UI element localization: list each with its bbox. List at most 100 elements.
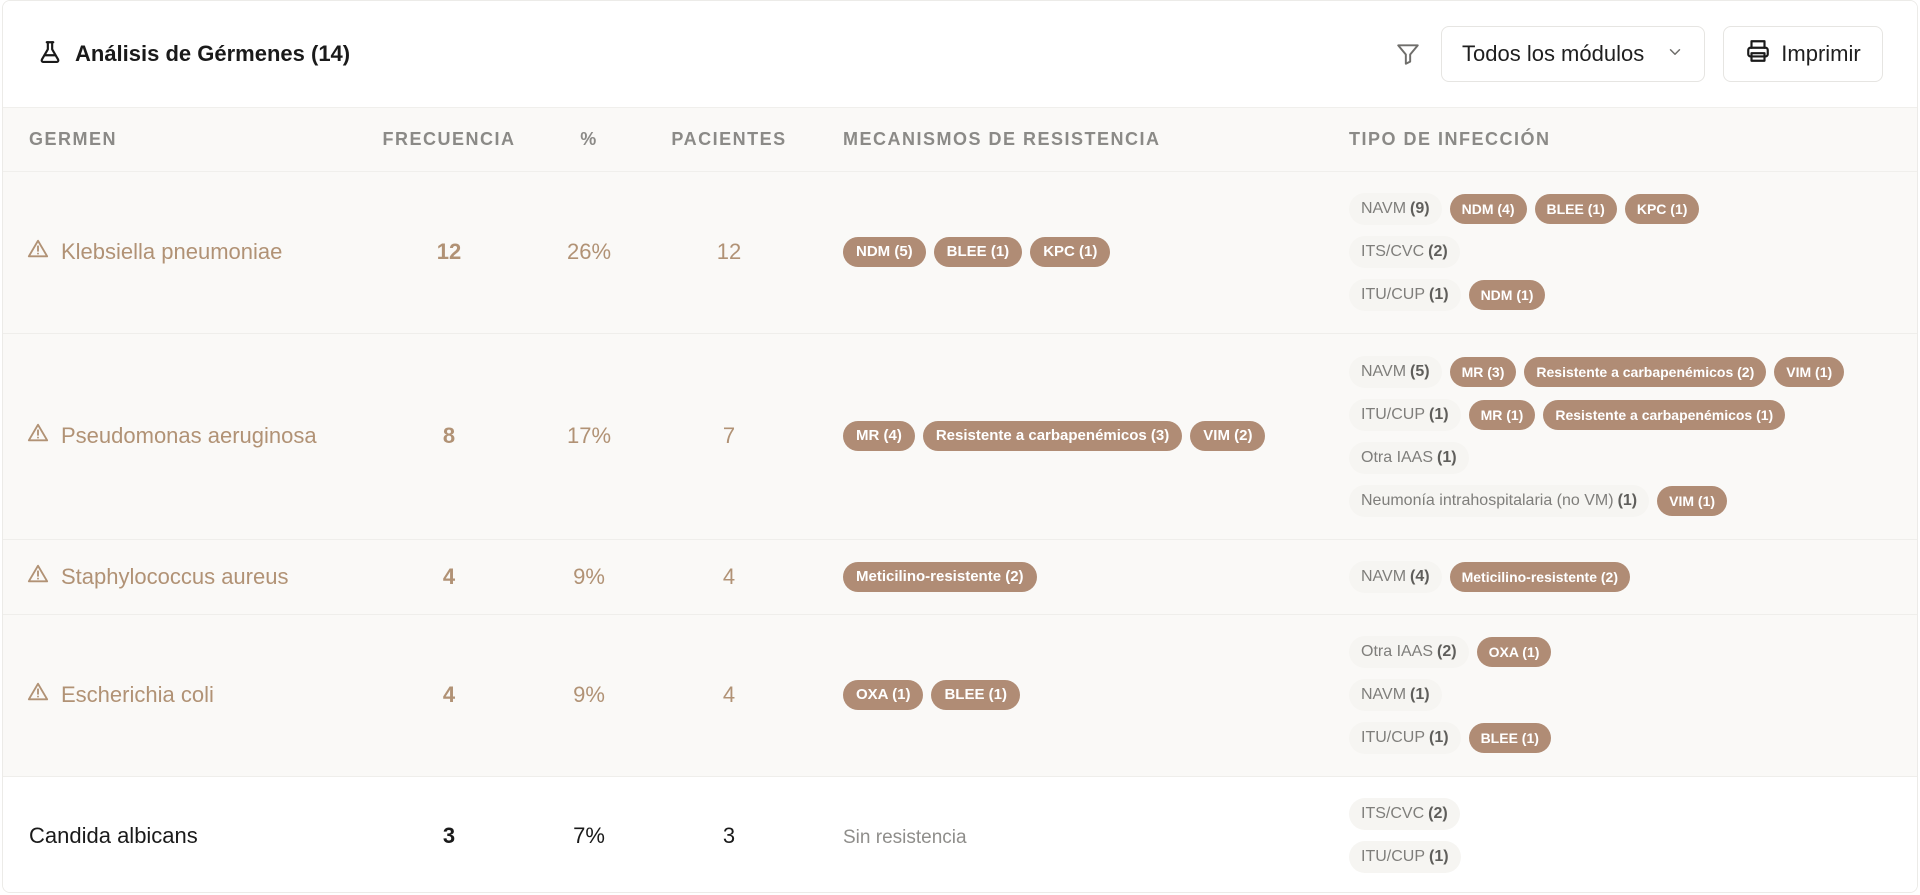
warning-triangle-icon — [27, 422, 49, 450]
infection-type: NAVM — [1361, 362, 1407, 380]
infection-row: ITU/CUP (1) — [1349, 841, 1917, 873]
infection-count: (2) — [1428, 805, 1448, 822]
infection-count: (1) — [1429, 729, 1449, 746]
infection-row: Neumonía intrahospitalaria (no VM) (1) VI… — [1349, 484, 1917, 517]
header-controls: Todos los módulos Imprimir — [1393, 26, 1883, 82]
infection-row: NAVM (9) NDM (4) BLEE (1) KPC (1) — [1349, 193, 1917, 225]
infection-type-chip: ITU/CUP (1) — [1349, 841, 1461, 873]
resistance-badge: BLEE (1) — [933, 237, 1023, 267]
infection-type-chip: ITU/CUP (1) — [1349, 279, 1461, 311]
germ-name: Candida albicans — [29, 822, 198, 848]
infection-type-chip: NAVM (9) — [1349, 193, 1442, 225]
infection-resistance-badge: VIM (1) — [1657, 485, 1728, 516]
warning-triangle-icon — [27, 238, 49, 266]
germ-name: Staphylococcus aureus — [61, 563, 289, 589]
infection-type-chip: ITS/CVC (2) — [1349, 236, 1460, 268]
warning-triangle-icon — [27, 681, 49, 709]
germ-name: Pseudomonas aeruginosa — [61, 423, 317, 448]
percent-value: 26% — [566, 239, 612, 264]
table-row[interactable]: Staphylococcus aureus 4 9% 4 Meticilino-… — [3, 539, 1917, 615]
resistance-badge: Resistente a carbapenémicos (3) — [922, 421, 1183, 451]
col-pct[interactable]: % — [549, 108, 629, 172]
flask-icon — [37, 39, 63, 70]
resistance-list: OXA (1) BLEE (1) — [843, 680, 1349, 710]
percent-value: 7% — [573, 822, 605, 848]
infection-count: (1) — [1429, 848, 1449, 865]
infection-type-chip: ITU/CUP (1) — [1349, 722, 1461, 754]
print-button[interactable]: Imprimir — [1723, 26, 1883, 82]
patients-value: 3 — [722, 822, 736, 848]
infection-row: Otra IAAS (1) — [1349, 441, 1917, 474]
printer-icon — [1745, 38, 1771, 70]
table-row[interactable]: Klebsiella pneumoniae 12 26% 12 NDM (5) B… — [3, 171, 1917, 334]
infection-row: NAVM (5) MR (3) Resistente a carbapenémico… — [1349, 355, 1917, 388]
table-row[interactable]: Candida albicans 3 7% 3 Sin resistencia … — [3, 776, 1917, 892]
col-germen[interactable]: GERMEN — [3, 108, 349, 172]
filter-icon[interactable] — [1393, 39, 1423, 69]
module-select[interactable]: Todos los módulos — [1441, 26, 1705, 82]
infection-count: (1) — [1437, 448, 1457, 466]
patients-value: 12 — [716, 239, 742, 264]
infection-row: Otra IAAS (2) OXA (1) — [1349, 636, 1917, 668]
percent-value: 17% — [566, 423, 612, 448]
infection-type: Otra IAAS — [1361, 448, 1434, 466]
infection-type-chip: NAVM (4) — [1349, 560, 1442, 593]
infection-type-chip: NAVM (1) — [1349, 679, 1442, 711]
infection-resistance-badge: BLEE (1) — [1534, 194, 1617, 224]
germ-table: GERMEN FRECUENCIA % PACIENTES MECANISMOS… — [3, 108, 1917, 892]
warning-triangle-icon — [27, 563, 49, 591]
infection-resistance-badge: Resistente a carbapenémicos (1) — [1543, 399, 1786, 430]
infection-type: NAVM — [1361, 567, 1407, 585]
germ-cell: Staphylococcus aureus — [27, 563, 349, 591]
col-pacientes[interactable]: PACIENTES — [629, 108, 829, 172]
infection-count: (1) — [1617, 491, 1638, 509]
resistance-badge: KPC (1) — [1030, 237, 1111, 267]
table-body: Klebsiella pneumoniae 12 26% 12 NDM (5) B… — [3, 171, 1917, 892]
infection-row: ITS/CVC (2) — [1349, 798, 1917, 830]
infection-type: ITU/CUP — [1361, 729, 1425, 746]
card-header: Análisis de Gérmenes (14) Todos los módu… — [3, 1, 1917, 108]
resistance-badge: OXA (1) — [843, 680, 924, 710]
col-frecuencia[interactable]: FRECUENCIA — [349, 108, 549, 172]
percent-value: 9% — [573, 563, 605, 589]
infection-resistance-badge: Meticilino-resistente (2) — [1449, 561, 1630, 592]
infection-resistance-badge: NDM (1) — [1468, 280, 1546, 310]
infection-row: NAVM (1) — [1349, 679, 1917, 711]
print-label: Imprimir — [1781, 41, 1861, 66]
germ-name: Klebsiella pneumoniae — [61, 239, 283, 264]
infection-type: ITU/CUP — [1361, 405, 1425, 423]
table-header-row: GERMEN FRECUENCIA % PACIENTES MECANISMOS… — [3, 108, 1917, 172]
infection-resistance-badge: MR (1) — [1468, 399, 1536, 430]
table-row[interactable]: Pseudomonas aeruginosa 8 17% 7 MR (4) Res… — [3, 333, 1917, 540]
col-mecanismos[interactable]: MECANISMOS DE RESISTENCIA — [829, 108, 1349, 172]
frequency-value: 4 — [442, 682, 456, 707]
resistance-list: MR (4) Resistente a carbapenémicos (3) VIM… — [843, 421, 1349, 451]
infection-row: ITU/CUP (1) NDM (1) — [1349, 279, 1917, 311]
infection-count: (5) — [1410, 362, 1430, 380]
infection-resistance-badge: NDM (4) — [1449, 194, 1527, 224]
infection-type-chip: Otra IAAS (2) — [1349, 636, 1469, 668]
infection-type-chip: ITU/CUP (1) — [1349, 398, 1461, 431]
infection-list: Otra IAAS (2) OXA (1) NAVM (1) ITU/CUP (1) … — [1349, 622, 1917, 768]
resistance-list: Meticilino-resistente (2) — [843, 561, 1349, 592]
infection-type-chip: Neumonía intrahospitalaria (no VM) (1) — [1349, 484, 1650, 517]
resistance-list: NDM (5) BLEE (1) KPC (1) — [843, 237, 1349, 267]
col-tipo[interactable]: TIPO DE INFECCIÓN — [1349, 108, 1917, 172]
page-title: Análisis de Gérmenes (14) — [75, 41, 351, 66]
infection-list: NAVM (9) NDM (4) BLEE (1) KPC (1) ITS/CVC (2… — [1349, 179, 1917, 325]
infection-count: (2) — [1428, 243, 1448, 260]
infection-resistance-badge: VIM (1) — [1774, 356, 1845, 387]
infection-type-chip: ITS/CVC (2) — [1349, 798, 1460, 830]
patients-value: 7 — [722, 423, 736, 448]
table-row[interactable]: Escherichia coli 4 9% 4 OXA (1) BLEE (1) … — [3, 614, 1917, 777]
infection-resistance-badge: KPC (1) — [1624, 194, 1700, 224]
resistance-badge: Meticilino-resistente (2) — [843, 561, 1037, 592]
infection-resistance-badge: BLEE (1) — [1468, 723, 1551, 753]
frequency-value: 12 — [436, 239, 462, 264]
infection-row: ITS/CVC (2) — [1349, 236, 1917, 268]
germ-analysis-card: Análisis de Gérmenes (14) Todos los módu… — [2, 0, 1918, 893]
germ-cell: Pseudomonas aeruginosa — [27, 422, 349, 450]
infection-row: ITU/CUP (1) MR (1) Resistente a carbapeném… — [1349, 398, 1917, 431]
germ-cell: Candida albicans — [27, 823, 349, 849]
infection-resistance-badge: MR (3) — [1449, 356, 1517, 387]
